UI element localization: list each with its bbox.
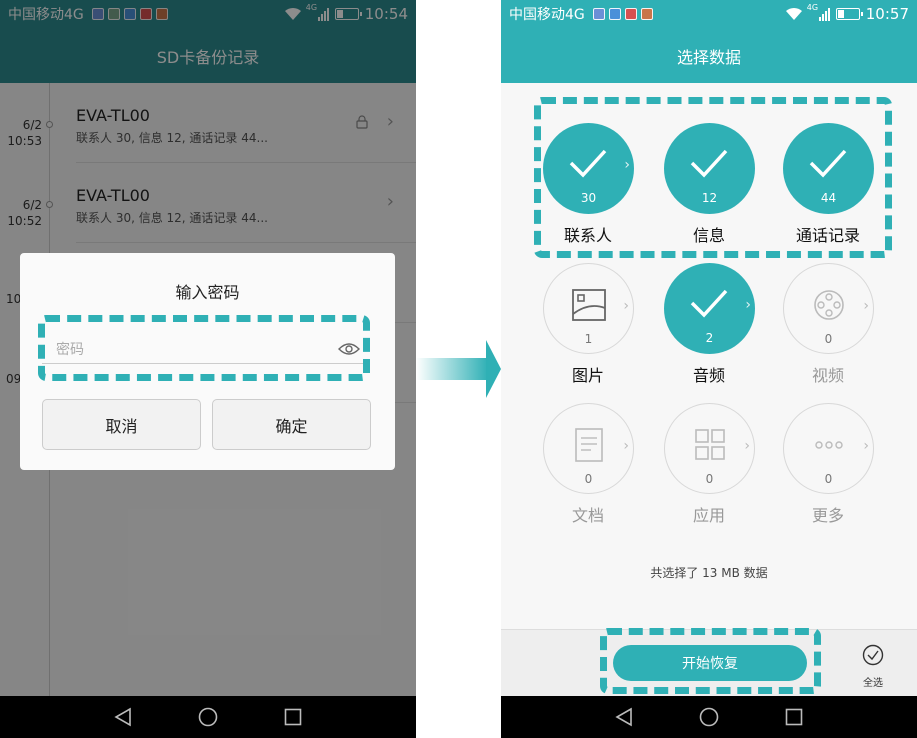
category-label: 文档 [571,506,604,525]
confirm-button[interactable]: 确定 [212,399,371,450]
back-icon[interactable] [614,707,634,727]
category-video[interactable]: › 0 视频 [768,263,888,403]
category-count: 30 [580,191,597,205]
category-label: 图片 [571,366,604,385]
check-icon [569,149,607,178]
clock: 10:57 [865,5,909,23]
film-reel-icon [814,290,844,320]
check-circle-icon [862,644,884,666]
bottom-action-bar: 开始恢复 全选 [501,629,917,696]
password-field [42,338,368,364]
phone-screen-backup-records: 中国移动4G 4G 10:54 SD卡备份记录 6/2 10:53 EVA-TL0… [0,0,416,738]
network-type-label: 4G [806,3,819,12]
category-count: 0 [705,472,714,486]
cancel-button[interactable]: 取消 [42,399,201,450]
category-label: 视频 [811,366,844,385]
category-toggle[interactable]: › 1 [543,263,634,354]
category-contacts[interactable]: › 30 联系人 [528,123,648,263]
chevron-right-icon: › [745,297,751,313]
home-icon[interactable] [198,707,218,727]
chevron-right-icon: › [623,438,629,454]
check-icon [690,289,728,318]
wifi-icon [785,7,802,20]
recents-icon[interactable] [784,707,804,727]
notification-blocked-icon [640,8,653,20]
category-toggle[interactable]: › 30 [543,123,634,214]
category-label: 更多 [811,506,844,525]
category-count: 44 [820,191,837,205]
category-count: 0 [584,472,593,486]
chevron-right-icon: › [863,298,869,314]
category-label: 信息 [692,226,725,245]
category-audio[interactable]: › 2 音频 [649,263,769,403]
image-icon [572,289,606,321]
app-grid-icon [695,429,725,460]
more-dots-icon [815,441,843,449]
category-label: 音频 [692,366,725,385]
category-count: 2 [705,331,714,345]
category-count: 1 [584,332,593,346]
back-icon[interactable] [113,707,133,727]
category-call-log[interactable]: 44 通话记录 [768,123,888,263]
dialog-title: 输入密码 [175,283,240,302]
signal-icon: 4G [807,3,830,21]
password-dialog: 输入密码 取消 确定 [20,253,395,470]
category-documents[interactable]: › 0 文档 [528,403,648,543]
category-label: 联系人 [563,226,612,245]
notification-home-icon [624,8,637,20]
start-restore-button[interactable]: 开始恢复 [613,645,807,681]
category-images[interactable]: › 1 图片 [528,263,648,403]
category-count: 0 [824,472,833,486]
category-toggle[interactable]: 44 [783,123,874,214]
carrier-label: 中国移动4G [509,7,585,23]
notification-app-icon [608,8,621,20]
check-icon [809,149,847,178]
chevron-right-icon: › [623,298,629,314]
recents-icon[interactable] [283,707,303,727]
category-messages[interactable]: 12 信息 [649,123,769,263]
page-title: 选择数据 [501,28,917,83]
eye-icon[interactable] [338,341,360,357]
navigation-bar [0,696,416,738]
category-label: 应用 [692,506,725,525]
select-all-label: 全选 [863,678,883,689]
category-toggle[interactable]: › 0 [543,403,634,494]
category-more[interactable]: › 0 更多 [768,403,888,543]
select-all-button[interactable]: 全选 [853,644,893,689]
chevron-right-icon: › [744,438,750,454]
category-toggle[interactable]: › 0 [783,263,874,354]
selection-summary: 共选择了 13 MB 数据 [650,566,768,580]
chevron-right-icon: › [624,157,630,173]
document-icon [575,428,603,462]
category-count: 12 [701,191,718,205]
arrow-right-icon [416,340,501,398]
category-label: 通话记录 [795,226,860,245]
chevron-right-icon: › [863,438,869,454]
status-bar: 中国移动4G 4G 10:57 [501,0,917,28]
category-apps[interactable]: › 0 应用 [649,403,769,543]
category-toggle[interactable]: › 0 [664,403,755,494]
category-count: 0 [824,332,833,346]
navigation-bar [501,696,917,738]
password-input[interactable] [56,338,316,362]
category-toggle[interactable]: › 2 [664,263,755,354]
battery-icon [835,8,863,20]
phone-screen-select-data: 中国移动4G 4G 10:57 选择数据 › 30 联系人 12 信息 44 通… [501,0,917,738]
check-icon [690,149,728,178]
notification-photo-icon [592,8,605,20]
category-toggle[interactable]: › 0 [783,403,874,494]
home-icon[interactable] [699,707,719,727]
category-toggle[interactable]: 12 [664,123,755,214]
